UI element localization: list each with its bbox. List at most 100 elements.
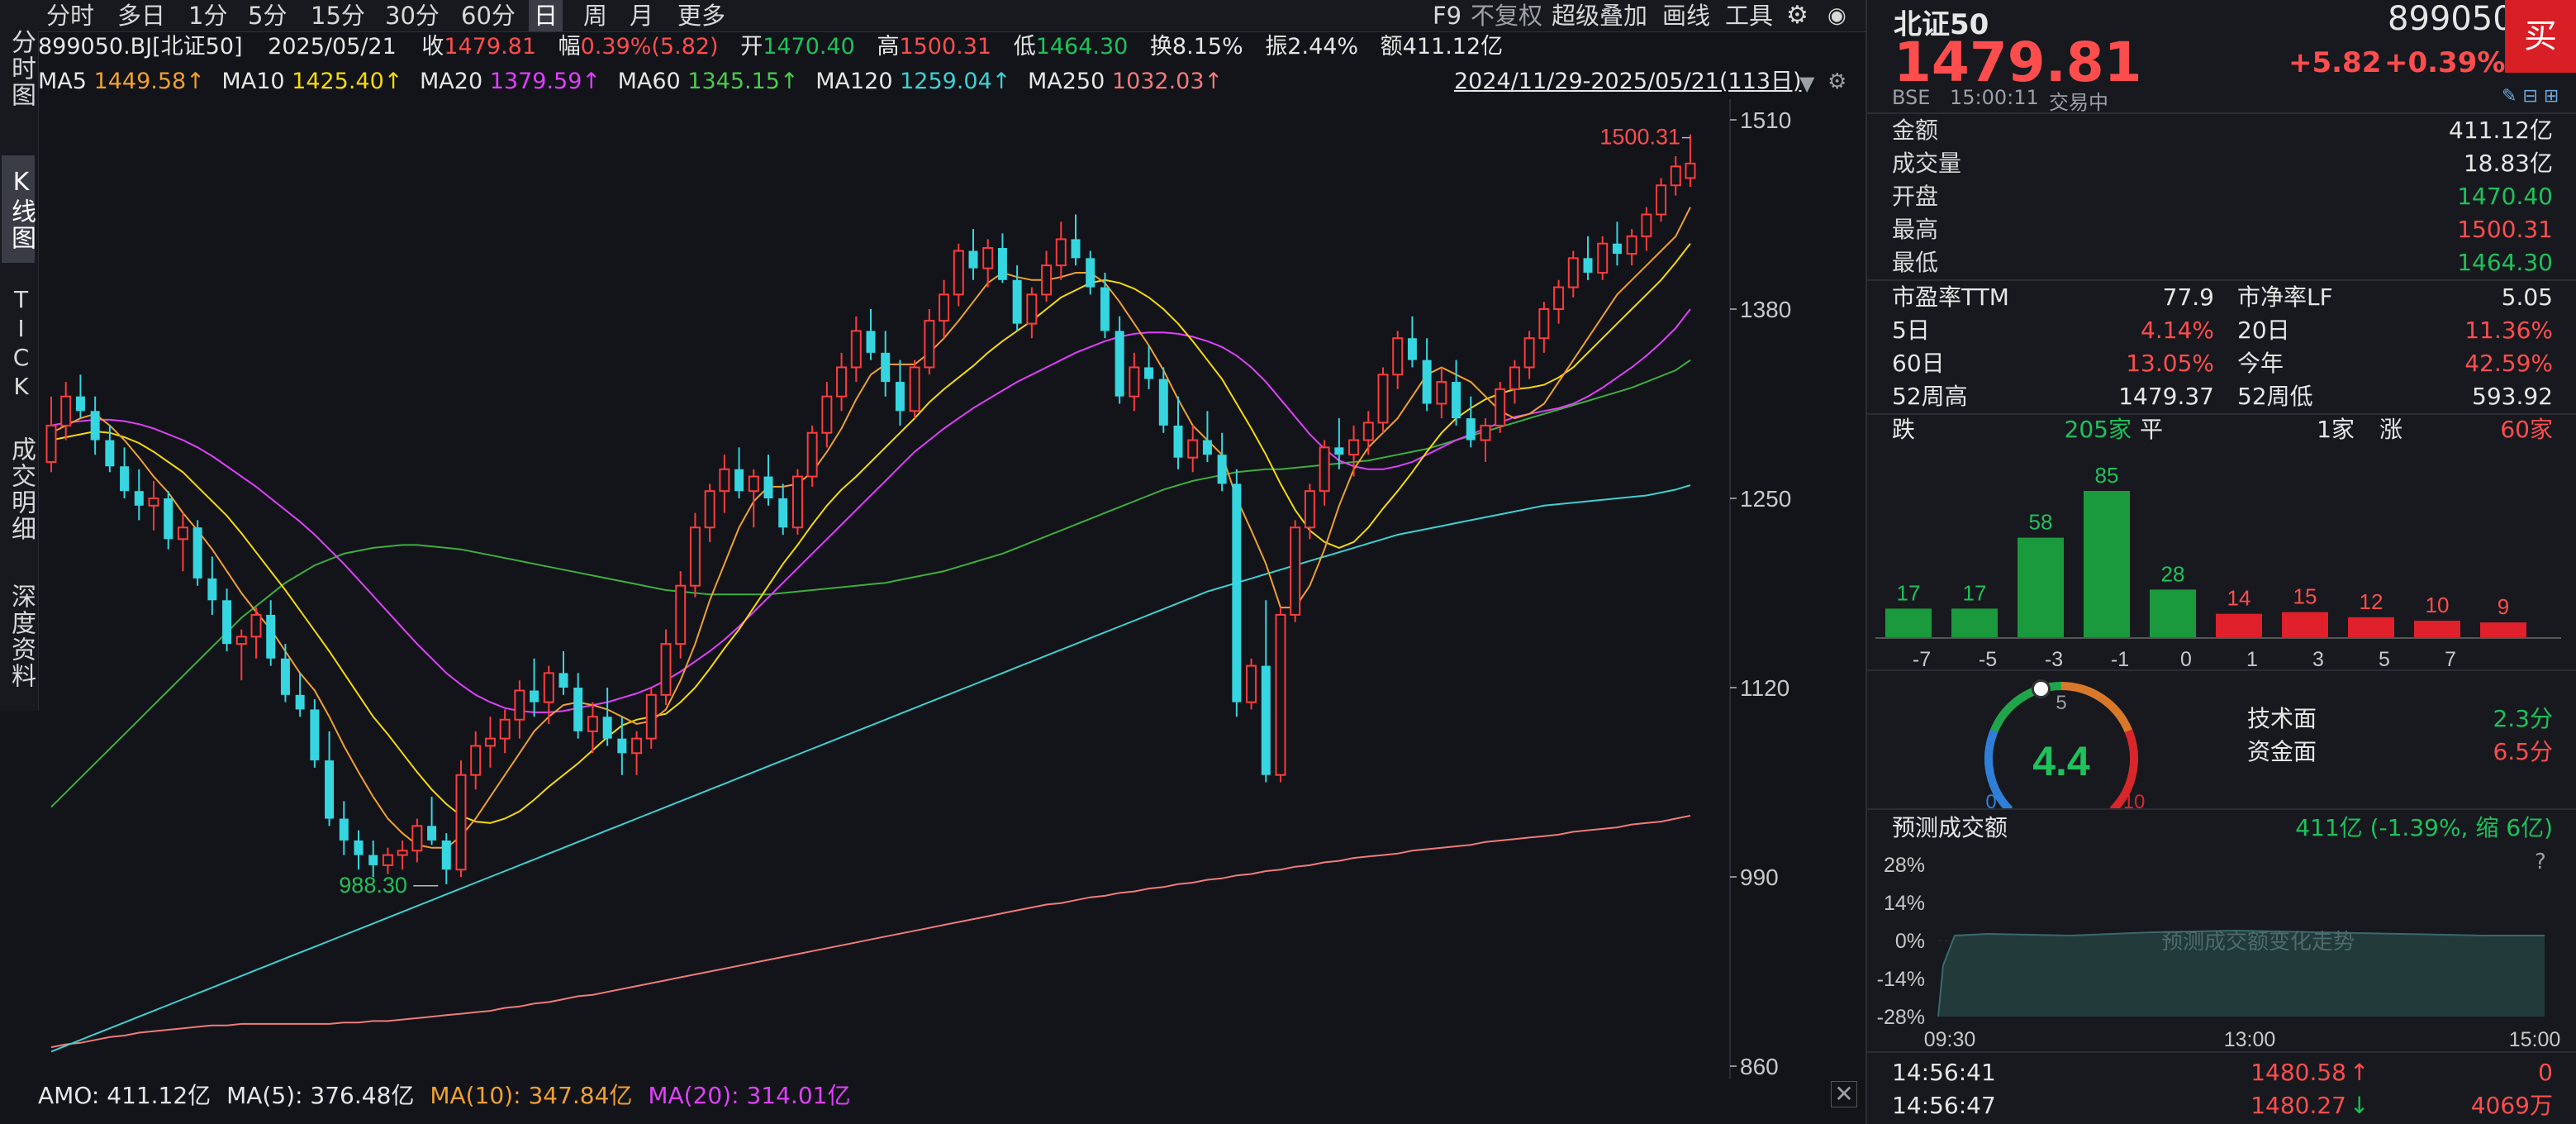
tab-period-30min[interactable]: 30分 [385,0,440,31]
tab-period-multiday[interactable]: 多日 [117,0,165,31]
tab-period-more[interactable]: 更多 [677,0,725,31]
tick-price: 1480.58 [2250,1059,2346,1086]
candle [1100,272,1110,339]
candle [1348,425,1360,477]
low-value: 1464.30 [1035,34,1129,60]
tab-intraday[interactable]: 分时图 [2,7,36,131]
change-pct: +0.39% [2384,46,2506,79]
candle [235,629,247,681]
metric-value: 11.36% [2464,317,2553,344]
candle [1656,178,1667,222]
candle [675,571,687,659]
y-tick-label: 1250 [1740,486,1791,512]
vol-ma20-value: 314.01亿 [746,1082,851,1109]
tab-period-month[interactable]: 月 [630,0,654,31]
stat-row: 开盘 1470.40 [1892,180,2553,213]
candle [617,717,627,775]
stat-value: 18.83亿 [2463,150,2553,177]
candle [1509,360,1520,404]
fund-label: 资金面 [2247,738,2317,765]
vol-ma5-value: 376.48亿 [310,1082,415,1109]
buy-button[interactable]: 买 [2505,0,2576,73]
candle [75,374,85,419]
candle [1217,432,1227,492]
tab-period-intraday[interactable]: 分时 [46,0,94,31]
candle [1232,469,1242,717]
candle [1523,331,1535,379]
candle [368,840,378,877]
tab-kline[interactable]: K线图 [2,155,36,263]
tab-tick[interactable]: TICK [2,278,35,410]
candle [968,229,978,280]
period-range-selector[interactable]: 2024/11/29-2025/05/21(113日) [1454,66,1802,98]
y-tick-label: 860 [1740,1054,1779,1079]
forecast-y-label: 14% [1884,892,1925,915]
candle [1553,279,1565,324]
open-label: 开 [740,34,763,60]
candle [1173,396,1183,469]
panel-edit-icons[interactable]: ✎ ⊟ ⊞ [2502,86,2559,107]
candle [411,818,423,863]
forecast-chart: 28% 14% 0% -14% -28% 预测成交额变化走势 09:30 13:00 15:00 [1877,854,2561,1050]
turnover-value: 换8.15% [1149,34,1243,60]
metric-value: 4.14% [2141,317,2214,344]
chart-settings-icon[interactable]: ⚙ [1827,66,1846,98]
candle [1362,411,1374,455]
tab-period-week[interactable]: 周 [583,0,607,31]
candle [60,382,72,441]
candle [1567,250,1579,298]
settings-gear-icon[interactable]: ⚙ [1786,0,1808,31]
f9-button[interactable]: F9 [1433,0,1461,31]
distribution-value: 85 [2095,463,2119,488]
adjust-mode-button[interactable]: 不复权 [1471,0,1542,31]
candle [543,665,554,725]
amo-value: 411.12亿 [107,1082,211,1109]
candle [660,629,672,706]
forecast-y-label: -28% [1877,1006,1925,1029]
quote-panel: 北证50 899050 买 1479.81 +5.82 +0.39% BSE 1… [1865,0,2576,1124]
stat-value: 1464.30 [2457,249,2553,276]
up-count: 60家 [2500,416,2553,443]
forecast-y-label: 28% [1884,854,1925,877]
tab-depth-info[interactable]: 深度资料 [2,570,36,702]
stat-row: 最高 1500.31 [1892,213,2553,246]
close-volume-icon[interactable]: ✕ [1831,1081,1857,1107]
quote-date: 2025/05/21 [268,34,397,60]
distribution-axis-label: 7 [2445,648,2456,669]
stat-label: 金额 [1892,117,1939,144]
dropdown-caret-icon[interactable]: ▼ [1799,68,1814,99]
trading-status: 交易中 [2049,91,2108,114]
stat-label: 开盘 [1892,183,1939,210]
tools-button[interactable]: 工具 [1725,0,1773,31]
candle [1480,418,1491,462]
tab-trade-detail[interactable]: 成交明细 [2,423,36,555]
tab-period-5min[interactable]: 5分 [248,0,287,31]
distribution-axis-label: -3 [2045,648,2063,669]
distribution-value: 9 [2498,594,2509,619]
candle [953,243,964,307]
candle [1187,425,1199,473]
candle [397,840,408,870]
tab-period-day[interactable]: 日 [529,0,563,31]
ma60-label: MA60 [617,69,681,94]
ma250-label: MA250 [1027,69,1105,94]
distribution-value: 58 [2029,510,2053,535]
tick-time: 14:56:41 [1892,1059,1996,1086]
draw-button[interactable]: 画线 [1662,0,1710,31]
stat-row: 金额 411.12亿 [1892,114,2553,147]
tab-period-1min[interactable]: 1分 [188,0,227,31]
candle [573,673,583,739]
tab-period-15min[interactable]: 15分 [311,0,365,31]
candle [895,360,905,426]
candle [1466,396,1476,448]
exchange-label: BSE [1892,86,1931,109]
candle [207,556,217,615]
quote-summary-line: 899050.BJ[北证50] 2025/05/21 收1479.81 幅0.3… [38,31,1865,63]
distribution-bar [2216,613,2262,638]
wechat-icon[interactable]: ◉ [1827,0,1846,31]
overlay-button[interactable]: 超级叠加 [1552,0,1647,31]
candle [1055,221,1067,280]
candle [1246,658,1257,710]
kline-chart[interactable]: 1510 1380 1250 1120 990 860 1500.31 988.30 [38,99,1865,1079]
tab-period-60min[interactable]: 60分 [461,0,516,31]
